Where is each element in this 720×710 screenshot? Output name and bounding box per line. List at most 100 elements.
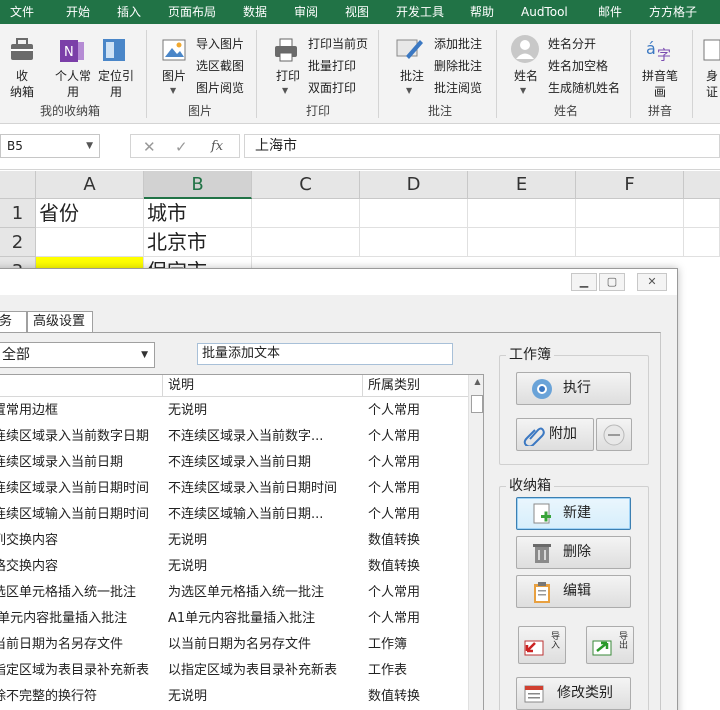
cell-d1[interactable]: [360, 199, 468, 228]
scroll-thumb[interactable]: [471, 395, 483, 413]
tab-insert[interactable]: 插入: [117, 0, 141, 24]
cell-f1[interactable]: [576, 199, 684, 228]
row-header-2[interactable]: 2: [0, 228, 36, 257]
confirm-icon[interactable]: ✓: [175, 138, 188, 156]
picture-preview-button[interactable]: 图片阅览: [196, 78, 244, 98]
collect-button[interactable]: 收 纳箱: [8, 68, 36, 100]
tab-fangfang[interactable]: 方方格子: [649, 0, 697, 24]
chevron-down-icon[interactable]: ▼: [86, 135, 93, 157]
tab-tasks[interactable]: 务: [0, 311, 27, 333]
modify-category-button[interactable]: 修改类别: [516, 677, 631, 710]
list-scrollbar[interactable]: ▲: [468, 375, 483, 710]
column-header-g[interactable]: [684, 171, 720, 199]
column-header-c[interactable]: C: [252, 171, 360, 199]
picture-dropdown-icon[interactable]: ▼: [170, 86, 176, 95]
picture-button[interactable]: 图片: [156, 68, 192, 84]
tab-advanced-settings[interactable]: 高级设置: [27, 311, 93, 333]
name-button[interactable]: 姓名: [508, 68, 544, 84]
column-header-b[interactable]: B: [144, 171, 252, 199]
list-item[interactable]: 设置常用边框 无说明 个人常用: [0, 398, 468, 424]
cell-c2[interactable]: [252, 228, 360, 257]
list-item[interactable]: 不连续区域录入当前日期 不连续区域录入当前日期 个人常用: [0, 450, 468, 476]
id-button-partial[interactable]: 身 证: [704, 68, 720, 100]
list-header-category[interactable]: 所属类别: [363, 375, 468, 397]
cell-g2[interactable]: [684, 228, 720, 257]
pinyin-button[interactable]: 拼音笔 画: [640, 68, 680, 100]
tab-file[interactable]: 文件: [10, 0, 34, 24]
cell-b1[interactable]: 城市: [144, 199, 252, 228]
cell-e1[interactable]: [468, 199, 576, 228]
close-icon[interactable]: ✕: [637, 273, 667, 291]
name-dropdown-icon[interactable]: ▼: [520, 86, 526, 95]
category-select[interactable]: 全部 ▼: [0, 342, 155, 368]
cell-d2[interactable]: [360, 228, 468, 257]
column-header-d[interactable]: D: [360, 171, 468, 199]
locate-button[interactable]: 定位引 用: [96, 68, 136, 100]
list-item[interactable]: 不连续区域输入当前日期时间 不连续区域输入当前日期... 个人常用: [0, 502, 468, 528]
select-all-corner[interactable]: [0, 171, 36, 199]
list-item[interactable]: A1单元内容批量插入批注 A1单元内容批量插入批注 个人常用: [0, 606, 468, 632]
detach-button[interactable]: [596, 418, 632, 451]
list-header-description[interactable]: 说明: [163, 375, 363, 397]
list-item[interactable]: 删除不完整的换行符 无说明 数值转换: [0, 684, 468, 710]
column-header-f[interactable]: F: [576, 171, 684, 199]
duplex-print-button[interactable]: 双面打印: [308, 78, 356, 98]
list-item[interactable]: 以当前日期为名另存文件 以当前日期为名另存文件 工作簿: [0, 632, 468, 658]
formula-input[interactable]: 上海市: [244, 134, 720, 158]
list-item[interactable]: 以指定区域为表目录补充新表 以指定区域为表目录补充新表 工作表: [0, 658, 468, 684]
dialog-titlebar[interactable]: ▁ ▢ ✕: [0, 269, 677, 295]
list-item[interactable]: 行列交换内容 无说明 数值转换: [0, 528, 468, 554]
list-item[interactable]: 为选区单元格插入统一批注 为选区单元格插入统一批注 个人常用: [0, 580, 468, 606]
batch-print-button[interactable]: 批量打印: [308, 56, 356, 76]
list-item[interactable]: 表格交换内容 无说明 数值转换: [0, 554, 468, 580]
cell-f2[interactable]: [576, 228, 684, 257]
minimize-icon[interactable]: ▁: [571, 273, 597, 291]
execute-button[interactable]: 执行: [516, 372, 631, 405]
fx-icon[interactable]: fx: [211, 139, 223, 154]
import-picture-button[interactable]: 导入图片: [196, 34, 244, 54]
list-header-name[interactable]: [0, 375, 163, 397]
area-screenshot-button[interactable]: 选区截图: [196, 56, 244, 76]
comment-preview-button[interactable]: 批注阅览: [434, 78, 482, 98]
cell-g1[interactable]: [684, 199, 720, 228]
new-button[interactable]: 新建: [516, 497, 631, 530]
batch-text-input[interactable]: 批量添加文本: [197, 343, 453, 365]
cell-a2[interactable]: [36, 228, 144, 257]
cell-e2[interactable]: [468, 228, 576, 257]
list-item[interactable]: 不连续区域录入当前日期时间 不连续区域录入当前日期时间 个人常用: [0, 476, 468, 502]
print-dropdown-icon[interactable]: ▼: [282, 86, 288, 95]
row-header-1[interactable]: 1: [0, 199, 36, 228]
tab-home[interactable]: 开始: [66, 0, 90, 24]
personal-button[interactable]: 个人常 用: [52, 68, 94, 100]
tab-data[interactable]: 数据: [243, 0, 267, 24]
add-comment-button[interactable]: 添加批注: [434, 34, 482, 54]
cell-b2[interactable]: 北京市: [144, 228, 252, 257]
random-name-button[interactable]: 生成随机姓名: [548, 78, 620, 98]
scroll-up-icon[interactable]: ▲: [469, 377, 483, 386]
tab-view[interactable]: 视图: [345, 0, 369, 24]
chevron-down-icon[interactable]: ▼: [141, 343, 148, 367]
column-header-e[interactable]: E: [468, 171, 576, 199]
tab-audtool[interactable]: AudTool: [521, 0, 568, 24]
cell-c1[interactable]: [252, 199, 360, 228]
delete-comment-button[interactable]: 删除批注: [434, 56, 482, 76]
tab-developer[interactable]: 开发工具: [396, 0, 444, 24]
edit-button[interactable]: 编辑: [516, 575, 631, 608]
tab-help[interactable]: 帮助: [470, 0, 494, 24]
print-current-page-button[interactable]: 打印当前页: [308, 34, 368, 54]
annotate-dropdown-icon[interactable]: ▼: [406, 86, 412, 95]
annotate-button[interactable]: 批注: [394, 68, 430, 84]
tab-review[interactable]: 审阅: [294, 0, 318, 24]
import-button[interactable]: 导 入: [518, 626, 566, 664]
tab-mail[interactable]: 邮件: [598, 0, 622, 24]
name-box[interactable]: B5 ▼: [0, 134, 100, 158]
attach-button[interactable]: 附加: [516, 418, 594, 451]
split-name-button[interactable]: 姓名分开: [548, 34, 596, 54]
list-item[interactable]: 不连续区域录入当前数字日期 不连续区域录入当前数字... 个人常用: [0, 424, 468, 450]
column-header-a[interactable]: A: [36, 171, 144, 199]
export-button[interactable]: 导 出: [586, 626, 634, 664]
tab-page-layout[interactable]: 页面布局: [168, 0, 216, 24]
name-add-space-button[interactable]: 姓名加空格: [548, 56, 608, 76]
cell-a1[interactable]: 省份: [36, 199, 144, 228]
print-button[interactable]: 打印: [270, 68, 306, 84]
